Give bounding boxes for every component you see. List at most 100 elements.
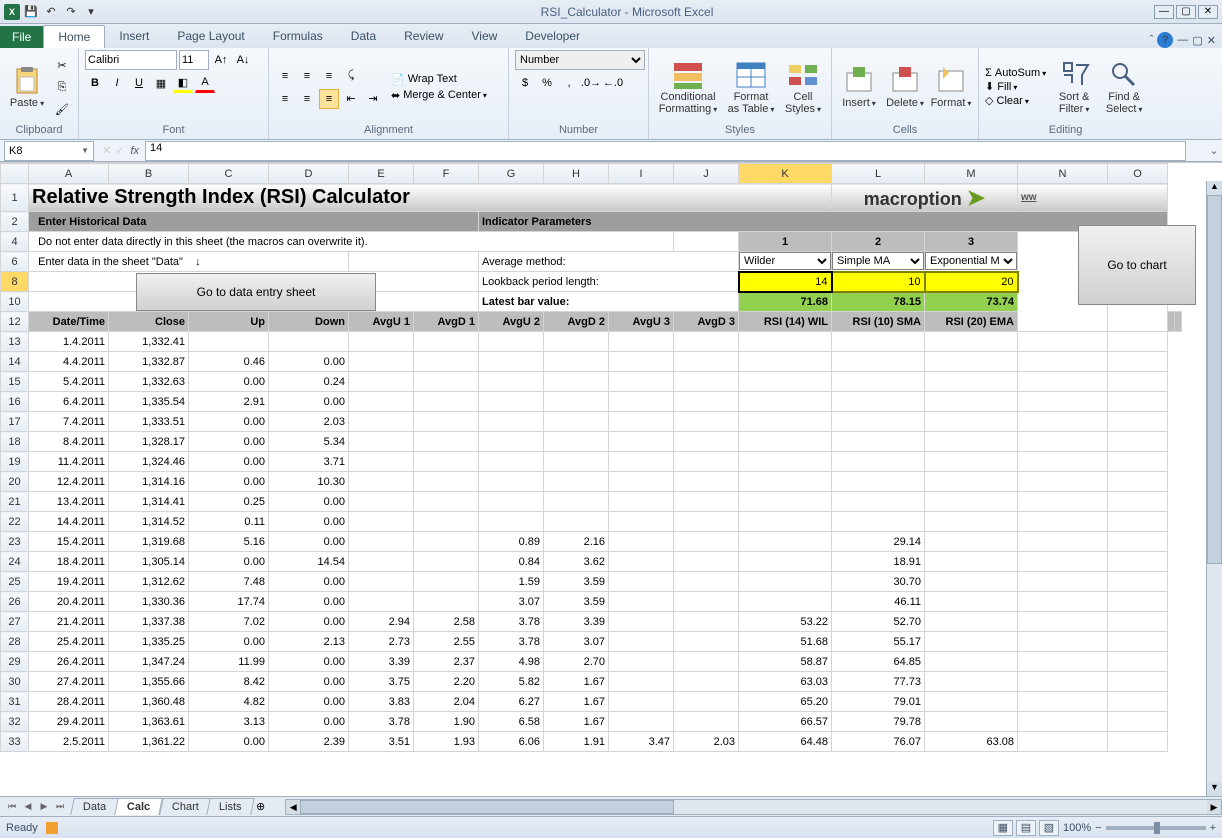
cell-date[interactable]: 6.4.2011 xyxy=(29,392,109,412)
cell-up[interactable]: 11.99 xyxy=(189,652,269,672)
cell-avgd3[interactable] xyxy=(674,712,739,732)
cell-avgd3[interactable] xyxy=(674,632,739,652)
cell-rsi3[interactable] xyxy=(925,472,1018,492)
cell-avgu3[interactable] xyxy=(609,692,674,712)
cell-avgu2[interactable]: 3.78 xyxy=(479,632,544,652)
row-header[interactable]: 1 xyxy=(1,184,29,212)
cell-rsi2[interactable]: 30.70 xyxy=(832,572,925,592)
cell-avgd3[interactable] xyxy=(674,392,739,412)
percent-icon[interactable]: % xyxy=(537,73,557,93)
align-center-icon[interactable]: ≡ xyxy=(297,89,317,109)
cell-avgu2[interactable] xyxy=(479,372,544,392)
column-header[interactable]: F xyxy=(414,164,479,184)
cell-close[interactable]: 1,332.87 xyxy=(109,352,189,372)
cell-avgu3[interactable] xyxy=(609,352,674,372)
increase-indent-icon[interactable]: ⇥ xyxy=(363,89,383,109)
cell-down[interactable]: 0.00 xyxy=(269,512,349,532)
align-right-icon[interactable]: ≡ xyxy=(319,89,339,109)
cell-rsi2[interactable]: 46.11 xyxy=(832,592,925,612)
cell-avgu2[interactable] xyxy=(479,432,544,452)
cell-avgu1[interactable] xyxy=(349,592,414,612)
fx-icon[interactable]: fx xyxy=(130,145,139,157)
redo-icon[interactable]: ↷ xyxy=(62,3,80,21)
cell-avgu2[interactable]: 3.07 xyxy=(479,592,544,612)
cell-avgd2[interactable]: 1.67 xyxy=(544,712,609,732)
row-header[interactable]: 29 xyxy=(1,652,29,672)
cell-close[interactable]: 1,328.17 xyxy=(109,432,189,452)
column-header[interactable]: M xyxy=(925,164,1018,184)
cell-up[interactable]: 0.25 xyxy=(189,492,269,512)
underline-button[interactable]: U xyxy=(129,73,149,93)
cell-rsi1[interactable]: 51.68 xyxy=(739,632,832,652)
cell-date[interactable]: 18.4.2011 xyxy=(29,552,109,572)
cell-avgu1[interactable]: 3.78 xyxy=(349,712,414,732)
horizontal-scrollbar[interactable]: ◀▶ xyxy=(285,799,1222,815)
cell-rsi2[interactable] xyxy=(832,452,925,472)
cell-avgu2[interactable]: 1.59 xyxy=(479,572,544,592)
cell-rsi1[interactable] xyxy=(739,592,832,612)
cell-date[interactable]: 15.4.2011 xyxy=(29,532,109,552)
cell-rsi3[interactable] xyxy=(925,632,1018,652)
cell-avgd2[interactable]: 1.67 xyxy=(544,672,609,692)
cell-avgd2[interactable] xyxy=(544,472,609,492)
cell-rsi1[interactable] xyxy=(739,532,832,552)
cell-down[interactable]: 14.54 xyxy=(269,552,349,572)
font-color-button[interactable]: A xyxy=(195,73,215,93)
cell-rsi3[interactable] xyxy=(925,592,1018,612)
format-painter-icon[interactable]: 🖌 xyxy=(52,99,72,119)
cell-date[interactable]: 7.4.2011 xyxy=(29,412,109,432)
cell-avgd2[interactable]: 3.59 xyxy=(544,592,609,612)
cell-avgu1[interactable] xyxy=(349,352,414,372)
paste-button[interactable]: Paste xyxy=(6,63,48,111)
cell-rsi2[interactable] xyxy=(832,332,925,352)
cell-avgd1[interactable] xyxy=(414,352,479,372)
cell-rsi2[interactable] xyxy=(832,432,925,452)
sheet-tab-chart[interactable]: Chart xyxy=(159,798,212,815)
cell-avgd2[interactable] xyxy=(544,392,609,412)
cell-avgd2[interactable]: 3.62 xyxy=(544,552,609,572)
cell-rsi2[interactable] xyxy=(832,492,925,512)
cell-avgu3[interactable]: 3.47 xyxy=(609,732,674,752)
column-header[interactable]: L xyxy=(832,164,925,184)
column-header[interactable]: A xyxy=(29,164,109,184)
cell-close[interactable]: 1,355.66 xyxy=(109,672,189,692)
help-icon[interactable]: ? xyxy=(1157,32,1173,48)
brand-link[interactable]: ww xyxy=(1018,184,1168,212)
border-button[interactable]: ▦ xyxy=(151,73,171,93)
select-all-corner[interactable] xyxy=(1,164,29,184)
cell-avgu1[interactable] xyxy=(349,472,414,492)
lookback-input-cell[interactable]: 14 xyxy=(739,272,832,292)
column-header[interactable]: N xyxy=(1018,164,1108,184)
cell-avgd2[interactable] xyxy=(544,492,609,512)
sheet-nav-next-icon[interactable]: ▶ xyxy=(36,801,52,812)
doc-minimize-icon[interactable]: — xyxy=(1177,34,1188,46)
cell-avgd3[interactable] xyxy=(674,512,739,532)
cell-avgd3[interactable] xyxy=(674,612,739,632)
cell-rsi1[interactable]: 65.20 xyxy=(739,692,832,712)
cell-avgd1[interactable] xyxy=(414,332,479,352)
row-header[interactable]: 16 xyxy=(1,392,29,412)
cell-date[interactable]: 21.4.2011 xyxy=(29,612,109,632)
cell-date[interactable]: 27.4.2011 xyxy=(29,672,109,692)
zoom-out-icon[interactable]: − xyxy=(1095,822,1101,834)
cell-rsi2[interactable]: 55.17 xyxy=(832,632,925,652)
column-header[interactable]: J xyxy=(674,164,739,184)
cell-avgu1[interactable]: 2.94 xyxy=(349,612,414,632)
cell-avgd2[interactable]: 1.67 xyxy=(544,692,609,712)
minimize-button[interactable]: — xyxy=(1154,5,1174,19)
cell-avgu3[interactable] xyxy=(609,552,674,572)
cell-down[interactable]: 2.39 xyxy=(269,732,349,752)
cell-avgd2[interactable] xyxy=(544,372,609,392)
column-header[interactable]: D xyxy=(269,164,349,184)
row-header[interactable]: 33 xyxy=(1,732,29,752)
cell-avgd1[interactable]: 2.04 xyxy=(414,692,479,712)
cell-close[interactable]: 1,337.38 xyxy=(109,612,189,632)
column-header[interactable]: K xyxy=(739,164,832,184)
cell-close[interactable]: 1,324.46 xyxy=(109,452,189,472)
cell-avgd1[interactable] xyxy=(414,472,479,492)
cell-avgd3[interactable] xyxy=(674,332,739,352)
cell-avgu2[interactable]: 5.82 xyxy=(479,672,544,692)
cell-avgd2[interactable] xyxy=(544,432,609,452)
cell-avgd2[interactable] xyxy=(544,352,609,372)
cell-avgu3[interactable] xyxy=(609,572,674,592)
